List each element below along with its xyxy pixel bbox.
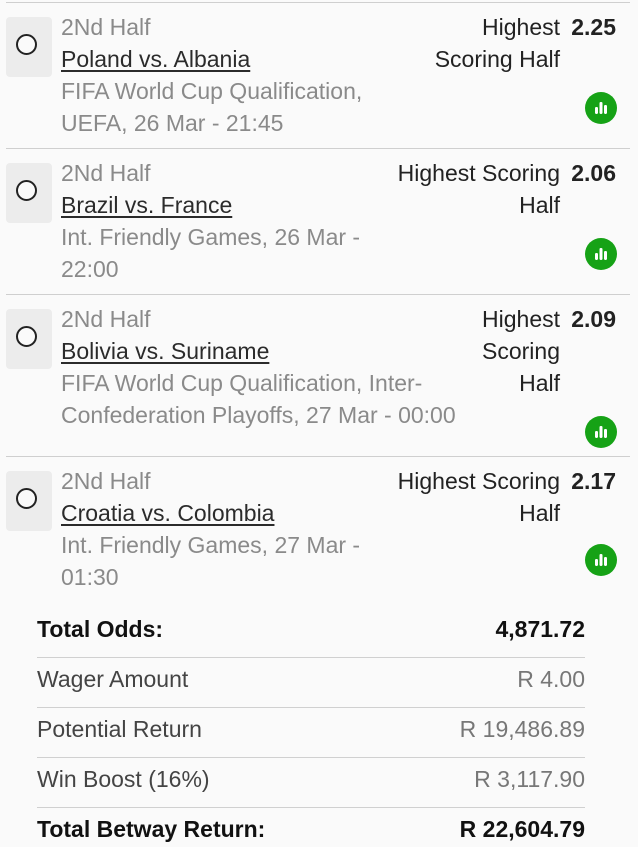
potential-return-row: Potential Return R 19,486.89 xyxy=(37,708,585,758)
event-info: FIFA World Cup Qualification, Inter- xyxy=(61,370,423,396)
win-boost-row: Win Boost (16%) R 3,117.90 xyxy=(37,758,585,808)
event-info: 01:30 xyxy=(61,564,119,590)
wager-label: Wager Amount xyxy=(37,666,189,692)
bar-chart-icon[interactable] xyxy=(585,92,617,124)
betslip: 2Nd Half Poland vs. Albania FIFA World C… xyxy=(0,0,638,847)
total-return-label: Total Betway Return: xyxy=(37,816,266,842)
potential-return-label: Potential Return xyxy=(37,716,202,742)
radio-unselected-icon xyxy=(16,34,37,55)
select-radio[interactable] xyxy=(6,309,52,369)
bar-chart-icon[interactable] xyxy=(585,416,617,448)
bet-odds: 2.25 xyxy=(571,14,616,40)
event-info: 22:00 xyxy=(61,256,119,282)
bet-period: 2Nd Half xyxy=(61,160,151,186)
radio-unselected-icon xyxy=(16,326,37,347)
wager-value: R 4.00 xyxy=(517,666,585,692)
market-name: Half xyxy=(519,192,560,218)
potential-return-value: R 19,486.89 xyxy=(459,716,585,742)
market-name: Highest xyxy=(482,14,560,40)
event-info: Int. Friendly Games, 26 Mar - xyxy=(61,224,361,250)
market-name: Scoring xyxy=(482,338,560,364)
win-boost-label: Win Boost (16%) xyxy=(37,766,210,792)
bar-chart-icon[interactable] xyxy=(585,544,617,576)
wager-row: Wager Amount R 4.00 xyxy=(37,658,585,708)
bet-item: 2Nd Half Croatia vs. Colombia Int. Frien… xyxy=(6,456,630,602)
betslip-summary: Total Odds: 4,871.72 Wager Amount R 4.00… xyxy=(37,608,585,847)
total-odds-value: 4,871.72 xyxy=(495,616,585,642)
radio-unselected-icon xyxy=(16,488,37,509)
total-return-value: R 22,604.79 xyxy=(459,816,585,842)
win-boost-value: R 3,117.90 xyxy=(474,766,585,792)
bet-period: 2Nd Half xyxy=(61,468,151,494)
market-name: Highest Scoring xyxy=(397,468,560,494)
match-link[interactable]: Brazil vs. France xyxy=(61,189,232,221)
radio-unselected-icon xyxy=(16,180,37,201)
market-name: Highest Scoring xyxy=(397,160,560,186)
event-info: Confederation Playoffs, 27 Mar - 00:00 xyxy=(61,402,456,428)
market-name: Highest xyxy=(482,306,560,332)
select-radio[interactable] xyxy=(6,17,52,77)
bet-item: 2Nd Half Poland vs. Albania FIFA World C… xyxy=(6,2,630,148)
bet-period: 2Nd Half xyxy=(61,306,151,332)
match-link[interactable]: Bolivia vs. Suriname xyxy=(61,335,269,367)
market-name: Half xyxy=(519,370,560,396)
bet-item: 2Nd Half Bolivia vs. Suriname FIFA World… xyxy=(6,294,630,456)
event-info: Int. Friendly Games, 27 Mar - xyxy=(61,532,361,558)
total-odds-label: Total Odds: xyxy=(37,616,164,642)
bet-odds: 2.06 xyxy=(571,160,616,186)
market-name: Scoring Half xyxy=(434,46,560,72)
event-info: FIFA World Cup Qualification, xyxy=(61,78,363,104)
market-name: Half xyxy=(519,500,560,526)
total-return-row: Total Betway Return: R 22,604.79 xyxy=(37,808,585,847)
select-radio[interactable] xyxy=(6,471,52,531)
bet-period: 2Nd Half xyxy=(61,14,151,40)
bet-odds: 2.09 xyxy=(571,306,616,332)
match-link[interactable]: Poland vs. Albania xyxy=(61,43,250,75)
match-link[interactable]: Croatia vs. Colombia xyxy=(61,497,274,529)
select-radio[interactable] xyxy=(6,163,52,223)
event-info: UEFA, 26 Mar - 21:45 xyxy=(61,110,284,136)
bar-chart-icon[interactable] xyxy=(585,238,617,270)
bet-item: 2Nd Half Brazil vs. France Int. Friendly… xyxy=(6,148,630,294)
bet-odds: 2.17 xyxy=(571,468,616,494)
total-odds-row: Total Odds: 4,871.72 xyxy=(37,608,585,658)
